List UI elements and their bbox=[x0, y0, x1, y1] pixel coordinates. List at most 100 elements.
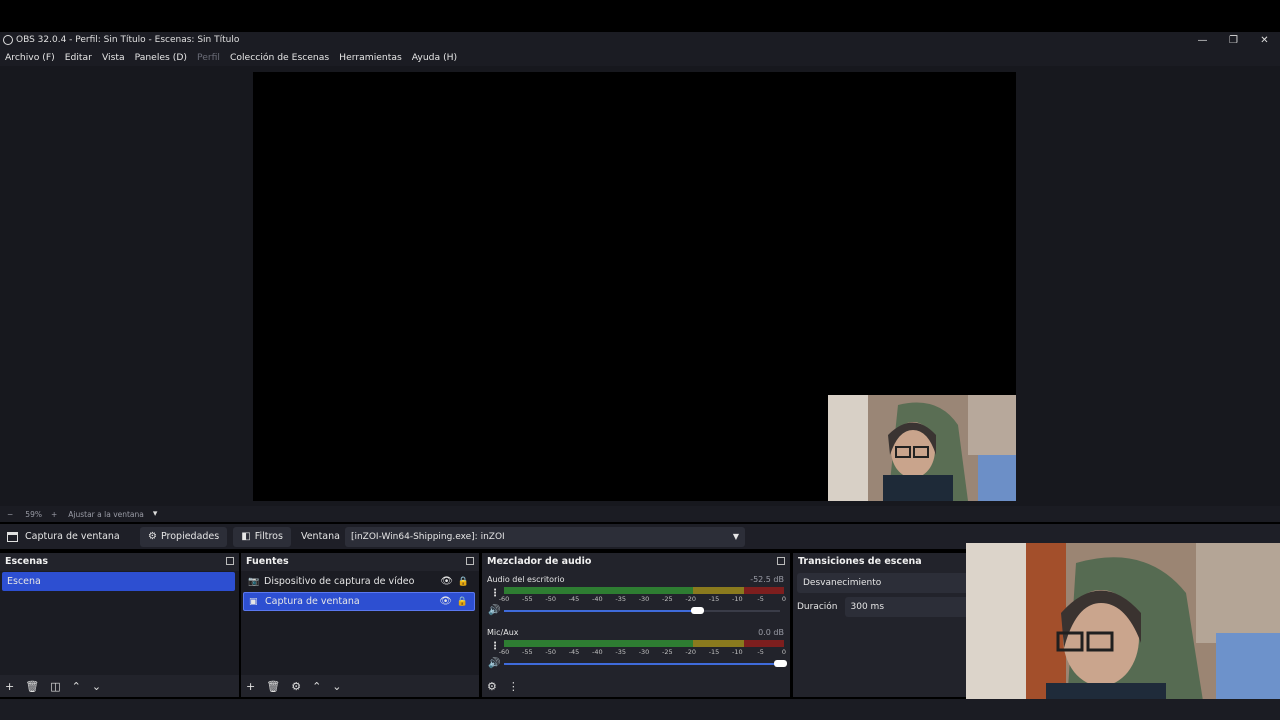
menu-edit[interactable]: Editar bbox=[65, 52, 92, 63]
chevron-down-icon: ▼ bbox=[732, 531, 739, 541]
meter-tick-label: -5 bbox=[757, 648, 764, 656]
duration-input[interactable]: 300 ms bbox=[844, 597, 975, 617]
lock-icon[interactable]: 🔒 bbox=[457, 597, 468, 607]
sources-dock: Fuentes 📷 Dispositivo de captura de víde… bbox=[241, 553, 479, 697]
mixer-channel: Audio del escritorio -52.5 dB ⋮ -60 -55 -5… bbox=[486, 575, 786, 625]
channel-name: Audio del escritorio bbox=[487, 575, 565, 584]
eye-icon[interactable]: 👁 bbox=[440, 576, 453, 587]
filters-label: Filtros bbox=[254, 531, 283, 542]
add-source-icon[interactable]: + bbox=[246, 680, 255, 693]
maximize-button[interactable]: ❐ bbox=[1218, 32, 1249, 48]
meter-tick-label: -20 bbox=[685, 595, 696, 603]
more-icon[interactable]: ⋮ bbox=[508, 680, 519, 693]
advanced-audio-icon[interactable]: ⚙ bbox=[487, 680, 497, 693]
meter-tick-label: -50 bbox=[545, 648, 556, 656]
menu-file[interactable]: Archivo (F) bbox=[5, 52, 55, 63]
undock-icon[interactable] bbox=[777, 557, 785, 565]
fit-to-window-label[interactable]: Ajustar a la ventana bbox=[68, 510, 144, 519]
menu-bar: Archivo (F) Editar Vista Paneles (D) Per… bbox=[0, 48, 1280, 66]
scenes-title: Escenas bbox=[5, 556, 49, 567]
lock-icon[interactable]: 🔒 bbox=[458, 577, 469, 587]
webcam-preview-image bbox=[828, 395, 1016, 501]
sources-header: Fuentes bbox=[241, 553, 479, 570]
transition-select-value: Desvanecimiento bbox=[803, 578, 882, 588]
selected-source: Captura de ventana bbox=[0, 531, 140, 542]
meter-tick-label: -45 bbox=[568, 595, 580, 603]
volume-meter bbox=[504, 587, 784, 594]
speaker-icon[interactable]: 🔊 bbox=[488, 605, 500, 616]
gear-icon[interactable]: ⚙ bbox=[291, 680, 301, 693]
close-button[interactable]: ✕ bbox=[1249, 32, 1280, 48]
menu-profile[interactable]: Perfil bbox=[197, 52, 220, 63]
add-scene-icon[interactable]: + bbox=[5, 680, 14, 693]
move-up-icon[interactable]: ⌃ bbox=[72, 680, 81, 693]
meter-tick-label: -10 bbox=[732, 648, 743, 656]
scenes-toolbar: + 🗑 ◫ ⌃ ⌄ bbox=[0, 675, 239, 697]
menu-help[interactable]: Ayuda (H) bbox=[412, 52, 457, 63]
sources-title: Fuentes bbox=[246, 556, 289, 567]
zoom-in-button[interactable]: + bbox=[51, 510, 57, 519]
window-select-label: Ventana bbox=[300, 531, 340, 542]
meter-tick-label: -10 bbox=[732, 595, 743, 603]
source-item[interactable]: ▣ Captura de ventana 👁 🔒 bbox=[243, 592, 475, 611]
meter-tick-label: -60 bbox=[498, 595, 510, 603]
mixer-header: Mezclador de audio bbox=[482, 553, 790, 570]
volume-slider-knob[interactable] bbox=[774, 660, 787, 667]
meter-tick-label: -55 bbox=[522, 648, 533, 656]
trash-icon[interactable]: 🗑 bbox=[25, 680, 39, 693]
transitions-title: Transiciones de escena bbox=[798, 556, 922, 567]
volume-slider[interactable] bbox=[504, 607, 780, 614]
meter-tick-label: -35 bbox=[615, 648, 626, 656]
meter-tick-label: 0 bbox=[781, 648, 787, 656]
title-bar: OBS 32.0.4 - Perfil: Sin Título - Escena… bbox=[0, 32, 1280, 48]
window-controls: — ❐ ✕ bbox=[1187, 32, 1280, 48]
undock-icon[interactable] bbox=[466, 557, 474, 565]
menu-view[interactable]: Vista bbox=[102, 52, 125, 63]
meter-tick-label: -25 bbox=[662, 595, 673, 603]
properties-button[interactable]: ⚙ Propiedades bbox=[140, 526, 228, 547]
meter-ticks: -60 -55 -50 -45 -40 -35 -30 -25 -20 -15 -10 -5 0 bbox=[499, 648, 787, 658]
channel-name: Mic/Aux bbox=[487, 628, 519, 637]
channel-db: 0.0 dB bbox=[758, 628, 784, 637]
meter-tick-label: -40 bbox=[592, 648, 603, 656]
scenes-dock: Escenas Escena + 🗑 ◫ ⌃ ⌄ bbox=[0, 553, 239, 697]
menu-scene-collection[interactable]: Colección de Escenas bbox=[230, 52, 329, 63]
properties-label: Propiedades bbox=[160, 531, 220, 542]
speaker-icon[interactable]: 🔊 bbox=[488, 658, 500, 669]
scenes-list: Escena bbox=[0, 571, 239, 675]
menu-tools[interactable]: Herramientas bbox=[339, 52, 402, 63]
eye-icon[interactable]: 👁 bbox=[439, 596, 452, 607]
volume-slider-knob[interactable] bbox=[691, 607, 705, 614]
filters-button[interactable]: ◧ Filtros bbox=[233, 526, 291, 547]
window-select-value: [inZOI-Win64-Shipping.exe]: inZOI bbox=[350, 531, 505, 542]
duration-row: Duración 300 ms bbox=[797, 597, 975, 617]
window-select[interactable]: [inZOI-Win64-Shipping.exe]: inZOI ▼ bbox=[344, 526, 745, 547]
move-down-icon[interactable]: ⌄ bbox=[332, 680, 341, 693]
zoom-level: 59% bbox=[25, 509, 42, 519]
meter-ticks: -60 -55 -50 -45 -40 -35 -30 -25 -20 -15 -10 -5 0 bbox=[499, 595, 786, 605]
move-up-icon[interactable]: ⌃ bbox=[312, 680, 321, 693]
window-title: OBS 32.0.4 - Perfil: Sin Título - Escena… bbox=[16, 35, 240, 45]
scene-item[interactable]: Escena bbox=[2, 572, 235, 591]
camera-icon: 📷 bbox=[248, 576, 260, 587]
scenes-header: Escenas bbox=[0, 553, 239, 570]
undock-icon[interactable] bbox=[226, 557, 234, 565]
chevron-down-icon[interactable]: ▾ bbox=[153, 509, 158, 519]
status-bar bbox=[0, 699, 1280, 720]
menu-docks[interactable]: Paneles (D) bbox=[135, 52, 187, 63]
source-item[interactable]: 📷 Dispositivo de captura de vídeo 👁 🔒 bbox=[243, 572, 475, 591]
meter-tick-label: -35 bbox=[615, 595, 626, 603]
meter-tick-label: -40 bbox=[592, 595, 603, 603]
sources-list: 📷 Dispositivo de captura de vídeo 👁 🔒 ▣ … bbox=[241, 571, 479, 675]
duration-label: Duración bbox=[797, 602, 838, 612]
volume-slider[interactable] bbox=[504, 660, 787, 667]
trash-icon[interactable]: 🗑 bbox=[266, 680, 280, 693]
zoom-out-button[interactable]: − bbox=[7, 510, 13, 519]
scene-filters-icon[interactable]: ◫ bbox=[50, 680, 60, 693]
minimize-button[interactable]: — bbox=[1187, 32, 1218, 48]
source-item-label: Captura de ventana bbox=[265, 596, 360, 607]
channel-db: -52.5 dB bbox=[750, 575, 784, 584]
mixer-toolbar: ⚙ ⋮ bbox=[482, 675, 790, 697]
move-down-icon[interactable]: ⌄ bbox=[92, 680, 101, 693]
meter-tick-label: -45 bbox=[568, 648, 580, 656]
